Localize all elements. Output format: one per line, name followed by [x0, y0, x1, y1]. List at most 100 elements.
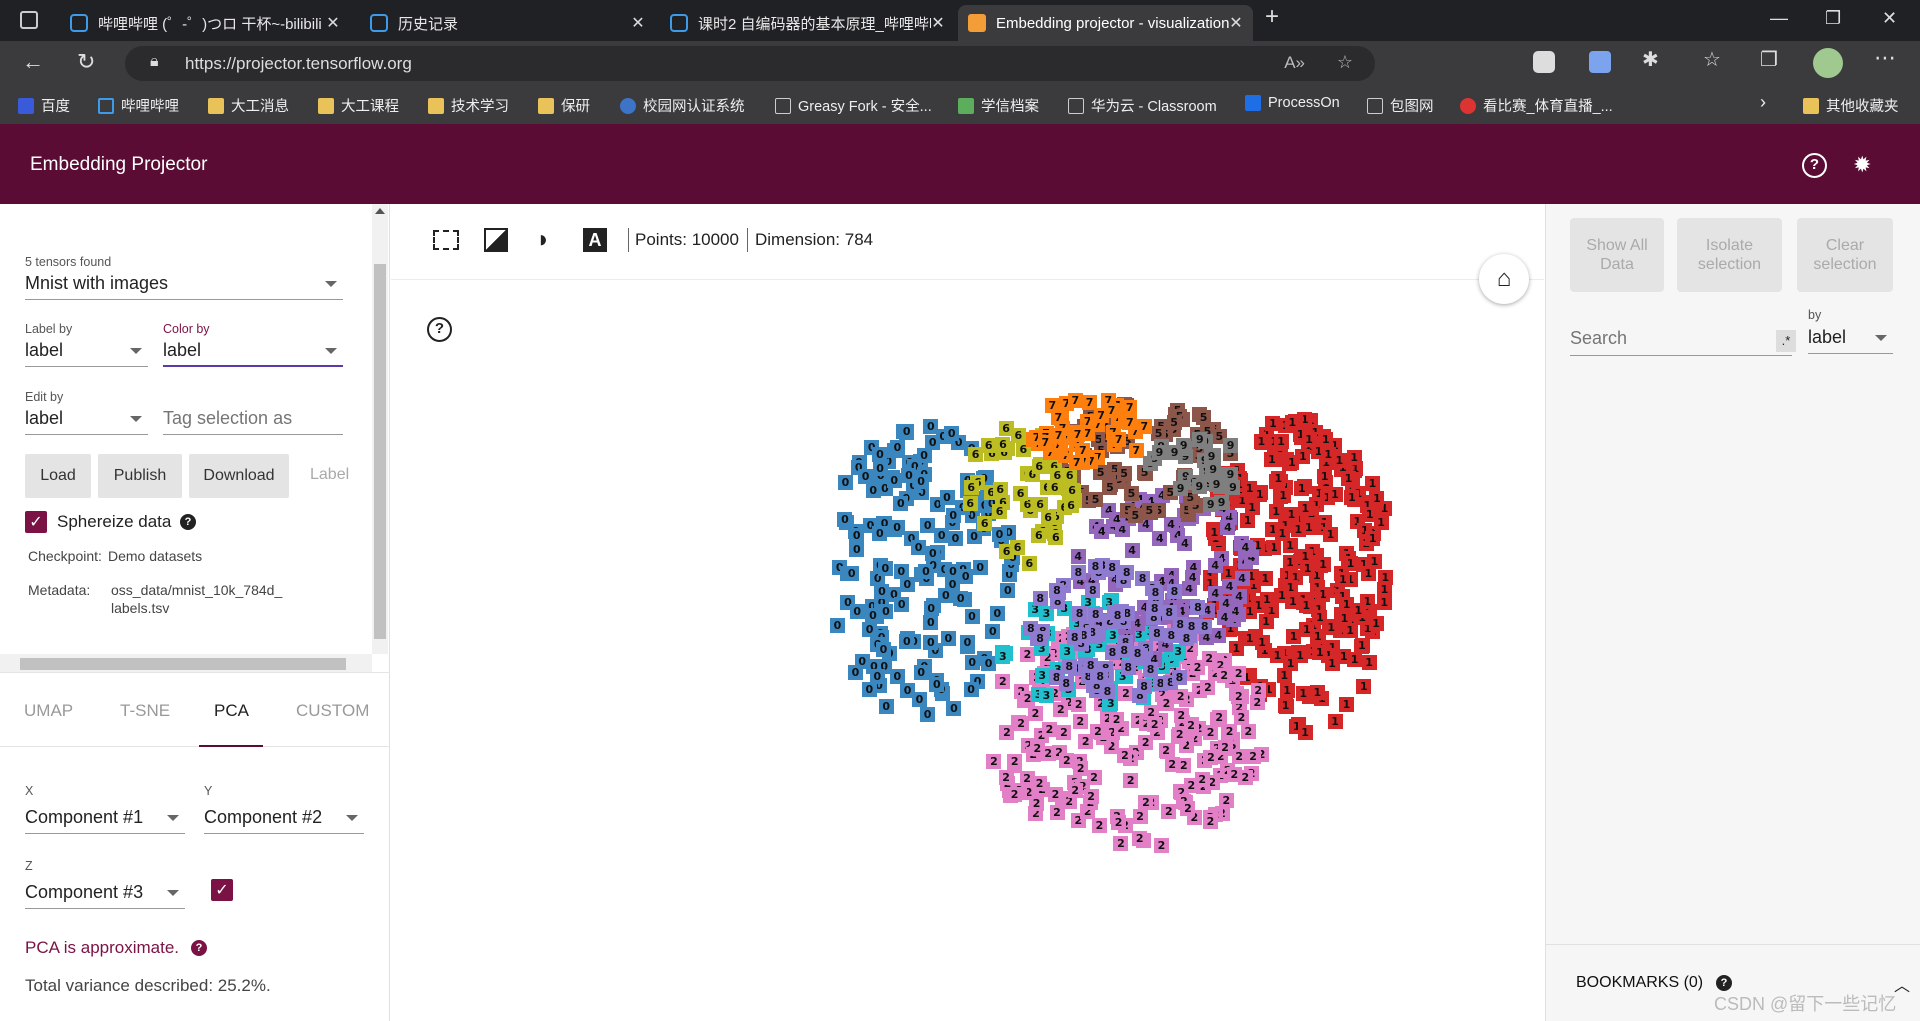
digit-thumbnail[interactable]: 5 [1121, 402, 1137, 418]
digit-thumbnail[interactable]: 0 [923, 600, 939, 616]
digit-thumbnail[interactable]: 8 [1093, 676, 1109, 692]
digit-thumbnail[interactable]: 8 [1171, 669, 1187, 685]
digit-thumbnail[interactable]: 0 [964, 608, 980, 624]
digit-thumbnail[interactable]: 1 [1320, 648, 1336, 664]
digit-thumbnail[interactable]: 2 [1149, 724, 1165, 740]
digit-thumbnail[interactable]: 4 [1168, 600, 1184, 616]
digit-thumbnail[interactable]: 2 [1254, 746, 1270, 762]
digit-thumbnail[interactable]: 7 [1042, 445, 1058, 461]
digit-thumbnail[interactable]: 1 [1272, 474, 1288, 490]
browser-tab-3[interactable]: 课时2 自编码器的基本原理_哔哩哔哩 ✕ [660, 5, 955, 41]
digit-thumbnail[interactable]: 0 [876, 516, 892, 532]
digit-thumbnail[interactable]: 5 [1107, 462, 1123, 478]
digit-thumbnail[interactable]: 1 [1338, 696, 1354, 712]
digit-thumbnail[interactable]: 4 [1180, 509, 1196, 524]
digit-thumbnail[interactable]: 4 [1226, 611, 1242, 627]
digit-thumbnail[interactable]: 0 [875, 471, 891, 487]
digit-thumbnail[interactable]: 5 [1074, 454, 1090, 470]
digit-thumbnail[interactable]: 2 [1117, 748, 1133, 764]
digit-thumbnail[interactable]: 0 [966, 528, 982, 544]
digit-thumbnail[interactable]: 1 [1285, 594, 1301, 610]
isolate-selection-button[interactable]: Isolate selection [1677, 218, 1782, 292]
digit-thumbnail[interactable]: 0 [926, 598, 942, 614]
digit-thumbnail[interactable]: 1 [1327, 487, 1343, 503]
digit-thumbnail[interactable]: 2 [1179, 617, 1195, 633]
digit-thumbnail[interactable]: 0 [886, 521, 902, 537]
digit-thumbnail[interactable]: 0 [934, 681, 950, 697]
digit-thumbnail[interactable]: 8 [1104, 559, 1120, 575]
digit-thumbnail[interactable]: 0 [955, 562, 971, 578]
digit-thumbnail[interactable]: 2 [1102, 626, 1118, 642]
digit-thumbnail[interactable]: 1 [1311, 485, 1327, 501]
digit-thumbnail[interactable]: 1 [1359, 498, 1375, 514]
digit-thumbnail[interactable]: 2 [1109, 808, 1125, 824]
digit-thumbnail[interactable]: 0 [934, 528, 950, 544]
selection-mode-icon[interactable] [433, 230, 459, 250]
digit-thumbnail[interactable]: 8 [1076, 627, 1092, 643]
digit-thumbnail[interactable]: 1 [1342, 572, 1358, 588]
digit-thumbnail[interactable]: 4 [1199, 603, 1215, 619]
digit-thumbnail[interactable]: 8 [1032, 591, 1048, 607]
digit-thumbnail[interactable]: 1 [1325, 639, 1340, 655]
digit-thumbnail[interactable]: 6 [968, 446, 984, 462]
digit-thumbnail[interactable]: 1 [1342, 612, 1358, 628]
digit-thumbnail[interactable]: 4 [1073, 574, 1088, 590]
digit-thumbnail[interactable]: 5 [1211, 428, 1227, 444]
bookmark-item[interactable]: 看比赛_体育直播_... [1460, 95, 1613, 116]
digit-thumbnail[interactable]: 2 [1164, 659, 1180, 675]
digit-thumbnail[interactable]: 1 [1222, 621, 1238, 637]
digit-thumbnail[interactable]: 1 [1202, 576, 1218, 592]
digit-thumbnail[interactable]: 7 [1104, 402, 1120, 418]
digit-thumbnail[interactable]: 2 [1183, 717, 1199, 733]
digit-thumbnail[interactable]: 4 [1174, 603, 1190, 619]
digit-thumbnail[interactable]: 1 [1274, 525, 1290, 541]
digit-thumbnail[interactable]: 5 [1166, 414, 1182, 430]
digit-thumbnail[interactable]: 6 [1024, 466, 1040, 482]
digit-thumbnail[interactable]: 0 [870, 637, 886, 653]
digit-thumbnail[interactable]: 1 [1293, 553, 1309, 569]
digit-thumbnail[interactable]: 1 [1349, 514, 1365, 530]
digit-thumbnail[interactable]: 0 [955, 500, 971, 516]
digit-thumbnail[interactable]: 1 [1312, 645, 1328, 661]
digit-thumbnail[interactable]: 2 [1226, 766, 1242, 782]
digit-thumbnail[interactable]: 5 [1073, 484, 1089, 500]
digit-thumbnail[interactable]: 2 [1212, 658, 1228, 674]
digit-thumbnail[interactable]: 0 [901, 467, 917, 483]
digit-thumbnail[interactable]: 0 [876, 658, 892, 674]
digit-thumbnail[interactable]: 0 [851, 454, 867, 470]
digit-thumbnail[interactable]: 5 [1117, 396, 1133, 412]
digit-thumbnail[interactable]: 1 [1278, 418, 1294, 434]
digit-thumbnail[interactable]: 4 [1101, 503, 1117, 519]
digit-thumbnail[interactable]: 2 [1186, 731, 1202, 747]
digit-thumbnail[interactable]: 1 [1232, 558, 1248, 574]
digit-thumbnail[interactable]: 2 [1173, 689, 1189, 705]
digit-thumbnail[interactable]: 8 [1086, 678, 1102, 694]
digit-thumbnail[interactable]: 5 [1065, 470, 1081, 486]
digit-thumbnail[interactable]: 1 [1309, 548, 1325, 564]
digit-thumbnail[interactable]: 3 [1069, 616, 1085, 632]
digit-thumbnail[interactable]: 2 [1225, 741, 1241, 757]
digit-thumbnail[interactable]: 1 [1344, 472, 1360, 488]
digit-thumbnail[interactable]: 4 [1114, 522, 1130, 537]
digit-thumbnail[interactable]: 7 [1025, 431, 1041, 447]
digit-thumbnail[interactable]: 1 [1268, 473, 1284, 489]
digit-thumbnail[interactable]: 5 [1137, 465, 1153, 481]
digit-thumbnail[interactable]: 1 [1236, 482, 1252, 498]
digit-thumbnail[interactable]: 2 [1209, 740, 1225, 756]
digit-thumbnail[interactable]: 5 [1088, 491, 1104, 507]
digit-thumbnail[interactable]: 0 [916, 467, 932, 483]
digit-thumbnail[interactable]: 0 [871, 678, 887, 694]
digit-thumbnail[interactable]: 5 [1142, 504, 1158, 520]
digit-thumbnail[interactable]: 6 [1046, 522, 1062, 538]
digit-thumbnail[interactable]: 8 [1050, 594, 1066, 609]
digit-thumbnail[interactable]: 1 [1290, 521, 1306, 537]
digit-thumbnail[interactable]: 1 [1254, 634, 1270, 650]
digit-thumbnail[interactable]: 1 [1210, 492, 1226, 508]
digit-thumbnail[interactable]: 0 [1003, 557, 1019, 573]
digit-thumbnail[interactable]: 3 [1021, 624, 1037, 640]
digit-thumbnail[interactable]: 0 [899, 424, 915, 440]
digit-thumbnail[interactable]: 1 [1324, 656, 1340, 672]
digit-thumbnail[interactable]: 5 [1120, 433, 1136, 449]
digit-thumbnail[interactable]: 8 [1099, 561, 1115, 577]
digit-thumbnail[interactable]: 1 [1222, 513, 1238, 529]
